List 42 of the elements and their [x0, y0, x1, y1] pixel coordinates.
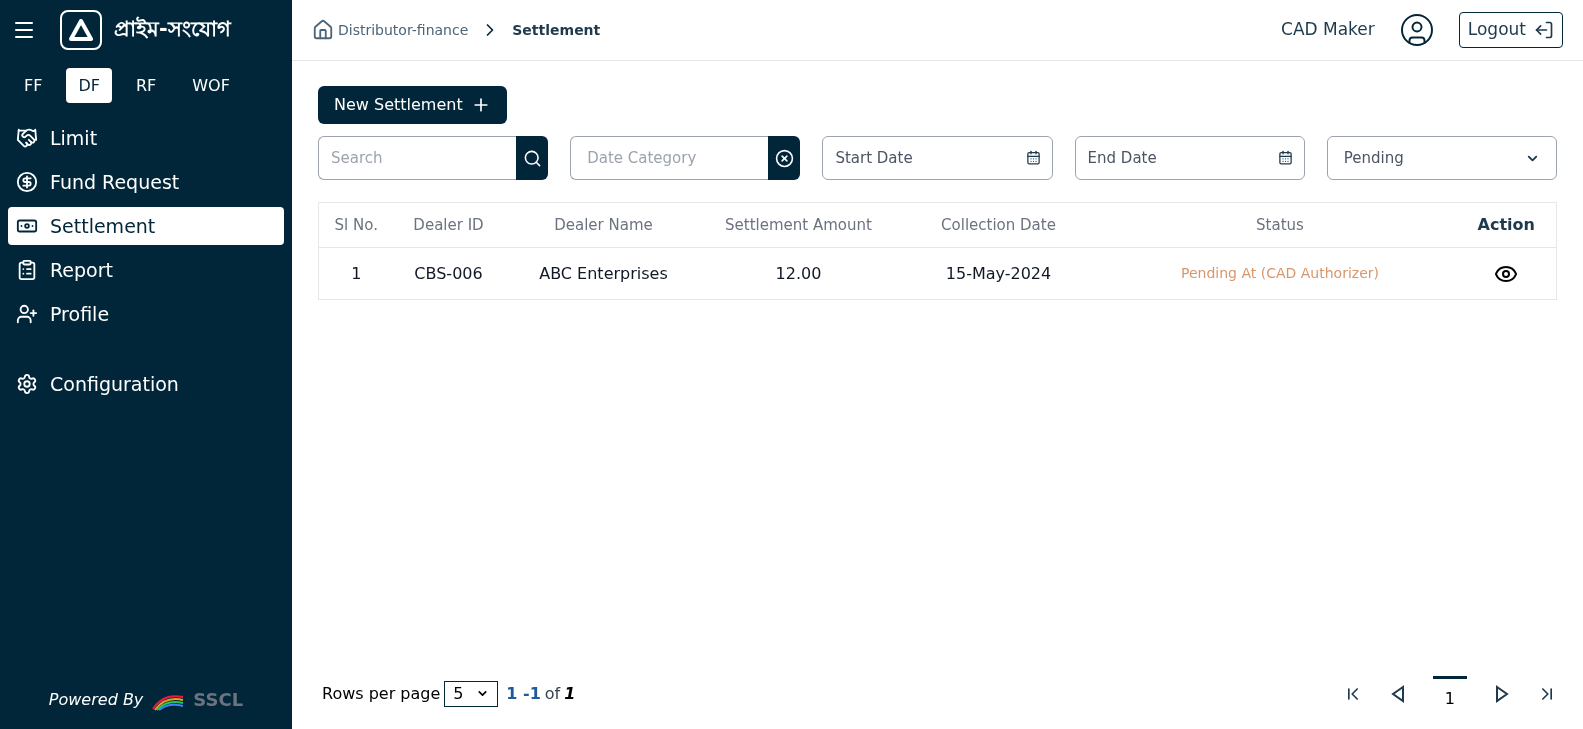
- table-cell: 1: [318, 247, 394, 300]
- table-cell: ABC Enterprises: [503, 247, 704, 300]
- column-header: Dealer ID: [393, 202, 504, 248]
- column-header: Sl No.: [318, 202, 394, 248]
- logout-button[interactable]: Logout: [1458, 12, 1563, 48]
- table-cell: 15-May-2024: [893, 247, 1104, 300]
- powered-by-text: Powered By: [48, 688, 144, 711]
- date-field[interactable]: End Date: [1074, 136, 1305, 180]
- breadcrumb-current: Settlement: [512, 20, 601, 40]
- page-range: 1 -1: [506, 682, 541, 705]
- current-page[interactable]: 1: [1432, 676, 1467, 711]
- date-category-field[interactable]: Date Category: [570, 136, 769, 180]
- sidebar-item[interactable]: Limit: [8, 119, 284, 157]
- sidebar-item[interactable]: Settlement: [8, 207, 284, 245]
- column-header: Action: [1456, 202, 1557, 248]
- column-header: Status: [1103, 202, 1457, 248]
- rows-per-page-label: Rows per page: [322, 682, 441, 705]
- product-tab[interactable]: DF: [66, 68, 112, 103]
- status-select[interactable]: Pending: [1326, 136, 1557, 180]
- column-header: Settlement Amount: [703, 202, 894, 248]
- product-tab[interactable]: FF: [12, 68, 55, 103]
- table-cell: CBS-006: [393, 247, 504, 300]
- status-text: Pending At (CAD Authorizer): [1103, 247, 1457, 300]
- brand-name: প্রাইম-সংযোগ: [114, 15, 231, 44]
- sidebar-item[interactable]: Report: [8, 251, 284, 289]
- company-logo-text: SSCL: [193, 688, 244, 712]
- product-tab[interactable]: WOF: [180, 68, 242, 103]
- product-tab[interactable]: RF: [123, 68, 169, 103]
- breadcrumb-link[interactable]: Distributor-finance: [338, 19, 469, 41]
- sidebar-item[interactable]: Profile: [8, 295, 284, 333]
- table-cell: 12.00: [703, 247, 894, 300]
- rows-per-page-select[interactable]: 5: [444, 680, 499, 707]
- date-field[interactable]: Start Date: [822, 136, 1053, 180]
- column-header: Collection Date: [893, 202, 1104, 248]
- new-settlement-button[interactable]: New Settlement: [318, 86, 507, 124]
- sidebar-item[interactable]: Fund Request: [8, 163, 284, 201]
- user-name: CAD Maker: [1281, 18, 1375, 42]
- sidebar-item[interactable]: Configuration: [8, 365, 284, 403]
- page-of-text: of: [544, 682, 561, 705]
- page-total: 1: [564, 682, 576, 705]
- column-header: Dealer Name: [503, 202, 704, 248]
- search-field[interactable]: Search: [318, 136, 517, 180]
